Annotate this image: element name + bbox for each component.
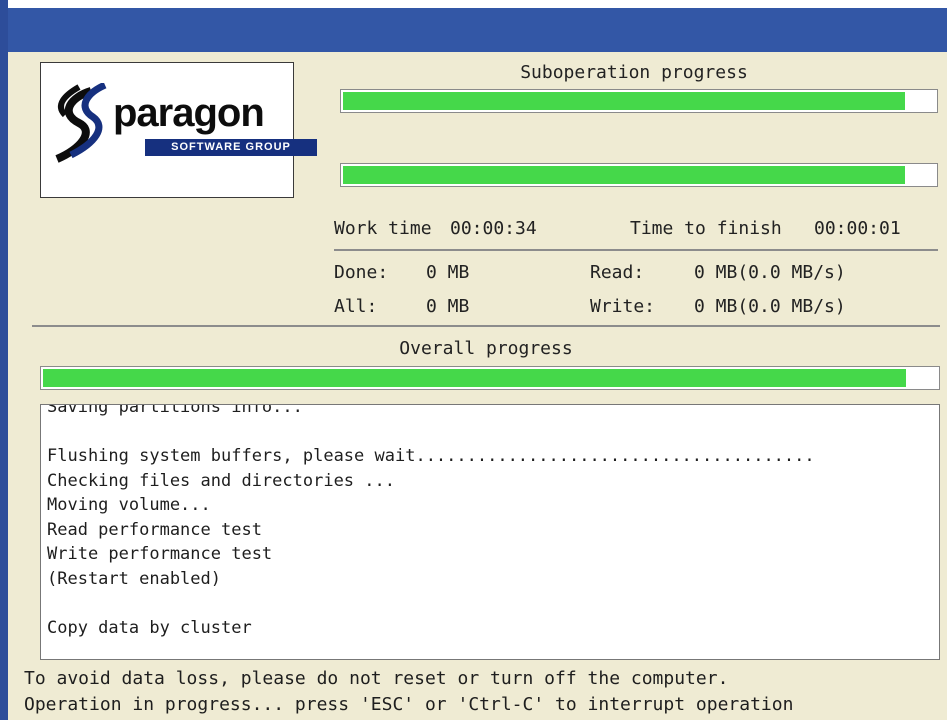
work-time-value: 00:00:34	[450, 218, 537, 239]
interrupt-instructions: Operation in progress... press 'ESC' or …	[24, 694, 794, 715]
title-bar	[8, 0, 947, 52]
log-line: Saving partitions info...	[47, 404, 303, 417]
log-line: Moving volume...	[47, 495, 211, 515]
log-line: Copy data by cluster	[47, 617, 252, 638]
all-value: 0 MB	[426, 296, 470, 317]
work-time-label: Work time	[334, 218, 432, 239]
all-label: All:	[334, 296, 378, 317]
read-value: 0 MB(0.0 MB/s)	[694, 262, 846, 283]
log-line: (Restart enabled)	[47, 568, 221, 589]
paragon-logo: paragon SOFTWARE GROUP	[40, 62, 317, 198]
read-label: Read:	[590, 262, 645, 283]
suboperation-progress-bar-1	[340, 89, 938, 113]
overall-progress-fill	[43, 369, 906, 387]
logo-wordmark: paragon	[113, 91, 265, 135]
write-value: 0 MB(0.0 MB/s)	[694, 296, 846, 317]
log-line: Checking files and directories ...	[47, 470, 395, 491]
suboperation-progress-fill-1	[343, 92, 906, 110]
log-line: Flushing system buffers, please wait....…	[47, 446, 815, 466]
suboperation-progress-bar-2	[340, 163, 938, 187]
suboperation-progress-fill-2	[343, 166, 906, 184]
log-line: Read performance test	[47, 519, 262, 540]
overall-progress-bar	[40, 366, 940, 390]
log-line: Write performance test	[47, 544, 273, 564]
warning-message: To avoid data loss, please do not reset …	[24, 668, 729, 689]
overall-progress-label: Overall progress	[399, 338, 573, 359]
time-to-finish-label: Time to finish	[630, 218, 782, 239]
suboperation-label: Suboperation progress	[520, 62, 748, 83]
write-label: Write:	[590, 296, 656, 317]
app-window: paragon SOFTWARE GROUP Suboperation prog…	[0, 0, 947, 720]
operation-log[interactable]: Saving partitions info... Flushing system…	[40, 404, 940, 660]
time-to-finish-value: 00:00:01	[814, 218, 901, 239]
paragon-swoosh-icon	[55, 83, 107, 163]
section-divider	[32, 325, 940, 327]
logo-subtitle: SOFTWARE GROUP	[145, 139, 317, 156]
done-value: 0 MB	[426, 262, 470, 283]
done-label: Done:	[334, 262, 389, 283]
stats-divider	[334, 249, 938, 251]
